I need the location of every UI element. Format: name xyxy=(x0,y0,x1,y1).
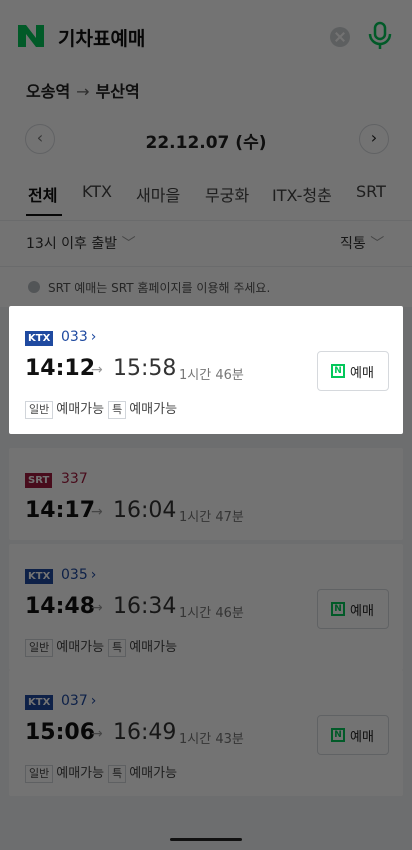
arrival-time: 15:58 xyxy=(113,356,177,381)
tab-srt[interactable]: SRT xyxy=(356,182,386,201)
seat-class-special: 특 xyxy=(108,765,127,783)
naver-pay-icon: N xyxy=(331,364,345,378)
chevron-down-icon: ﹀ xyxy=(370,236,385,252)
srt-notice: SRT 예매는 SRT 홈페이지를 이용해 주세요. xyxy=(0,266,412,307)
seat-availability: 일반 예매가능 특 예매가능 xyxy=(25,762,181,783)
duration: 1시간 46분 xyxy=(179,606,244,621)
arrival-time: 16:04 xyxy=(113,498,177,523)
book-button[interactable]: N 예매 xyxy=(317,351,389,391)
duration: 1시간 43분 xyxy=(179,732,244,747)
train-card-highlighted[interactable]: KTX 033 › 14:12 → 15:58 1시간 46분 일반 예매가능 특 예매… xyxy=(9,306,403,434)
book-label: 예매 xyxy=(350,730,374,745)
seat-class-special: 특 xyxy=(108,401,127,419)
date-label: 22.12.07 (수) xyxy=(145,133,267,153)
train-card[interactable]: KTX 035 › 14:48 → 16:34 1시간 46분 일반 예매가능 특 예매… xyxy=(9,544,403,670)
seat-status: 예매가능 xyxy=(56,766,105,781)
train-card[interactable]: KTX 037 › 15:06 → 16:49 1시간 43분 일반 예매가능 특 예매… xyxy=(9,670,403,796)
duration: 1시간 47분 xyxy=(179,510,244,525)
seat-status: 예매가능 xyxy=(56,402,105,417)
naver-logo-icon xyxy=(18,25,44,47)
time-filter[interactable]: 13시 이후 출발 ﹀ xyxy=(26,233,136,253)
route-to: 부산역 xyxy=(95,82,140,101)
chevron-right-icon: › xyxy=(90,567,97,583)
departure-time: 14:17 xyxy=(25,498,96,523)
seat-class-general: 일반 xyxy=(25,639,54,657)
train-type-badge: KTX xyxy=(25,695,54,710)
train-card[interactable]: SRT 337 14:17 → 16:04 1시간 47분 xyxy=(9,448,403,540)
route-arrow: → xyxy=(76,82,90,101)
route-from: 오송역 xyxy=(26,82,71,101)
seat-status: 예매가능 xyxy=(129,766,178,781)
naver-pay-icon: N xyxy=(331,602,345,616)
seat-status: 예매가능 xyxy=(129,402,178,417)
arrival-time: 16:34 xyxy=(113,594,177,619)
train-number[interactable]: 033 › xyxy=(61,329,96,345)
tab-itx[interactable]: ITX-청춘 xyxy=(272,182,332,206)
duration: 1시간 46분 xyxy=(179,368,244,383)
clear-icon[interactable] xyxy=(330,27,350,47)
seat-availability: 일반 예매가능 특 예매가능 xyxy=(25,398,181,419)
seat-class-general: 일반 xyxy=(25,401,54,419)
arrow-right-icon: → xyxy=(91,504,103,520)
book-button[interactable]: N 예매 xyxy=(317,715,389,755)
next-date-button[interactable]: › xyxy=(359,124,389,154)
train-type-badge: KTX xyxy=(25,569,54,584)
active-tab-indicator xyxy=(26,214,62,216)
arrow-right-icon: → xyxy=(91,726,103,742)
train-type-badge: SRT xyxy=(25,473,53,488)
info-icon xyxy=(28,281,40,293)
chevron-down-icon: ﹀ xyxy=(121,236,136,252)
train-number[interactable]: 337 xyxy=(61,471,88,487)
route-header: 오송역 → 부산역 xyxy=(0,68,412,112)
seat-class-general: 일반 xyxy=(25,765,54,783)
train-number[interactable]: 035 › xyxy=(61,567,96,583)
tab-all[interactable]: 전체 xyxy=(28,182,57,206)
book-label: 예매 xyxy=(350,366,374,381)
arrow-right-icon: → xyxy=(91,362,103,378)
filter-row: 13시 이후 출발 ﹀ 직통 ﹀ xyxy=(0,220,412,261)
search-bar: 기차표예매 xyxy=(0,0,412,69)
chevron-right-icon: › xyxy=(90,329,97,345)
train-number[interactable]: 037 › xyxy=(61,693,96,709)
train-type-badge: KTX xyxy=(25,331,54,346)
book-label: 예매 xyxy=(350,604,374,619)
chevron-right-icon: › xyxy=(90,693,97,709)
seat-status: 예매가능 xyxy=(56,640,105,655)
seat-class-special: 특 xyxy=(108,639,127,657)
departure-time: 14:12 xyxy=(25,356,96,381)
search-query[interactable]: 기차표예매 xyxy=(58,24,145,51)
microphone-icon[interactable] xyxy=(366,21,394,51)
search-panel: ‹ 22.12.07 (수) › 전체 KTX 새마을 무궁화 ITX-청춘 S… xyxy=(0,112,412,307)
arrival-time: 16:49 xyxy=(113,720,177,745)
tab-saemaeul[interactable]: 새마을 xyxy=(136,182,180,206)
tab-ktx[interactable]: KTX xyxy=(82,182,112,201)
direct-filter[interactable]: 직통 ﹀ xyxy=(340,233,384,253)
departure-time: 14:48 xyxy=(25,594,96,619)
tab-mugunghwa[interactable]: 무궁화 xyxy=(205,182,249,206)
naver-pay-icon: N xyxy=(331,728,345,742)
seat-availability: 일반 예매가능 특 예매가능 xyxy=(25,636,181,657)
date-selector: ‹ 22.12.07 (수) › xyxy=(0,124,412,156)
seat-status: 예매가능 xyxy=(129,640,178,655)
train-type-tabs: 전체 KTX 새마을 무궁화 ITX-청춘 SRT xyxy=(0,170,412,216)
departure-time: 15:06 xyxy=(25,720,96,745)
home-indicator[interactable] xyxy=(170,838,242,841)
notice-text: SRT 예매는 SRT 홈페이지를 이용해 주세요. xyxy=(48,281,271,295)
book-button[interactable]: N 예매 xyxy=(317,589,389,629)
arrow-right-icon: → xyxy=(91,600,103,616)
